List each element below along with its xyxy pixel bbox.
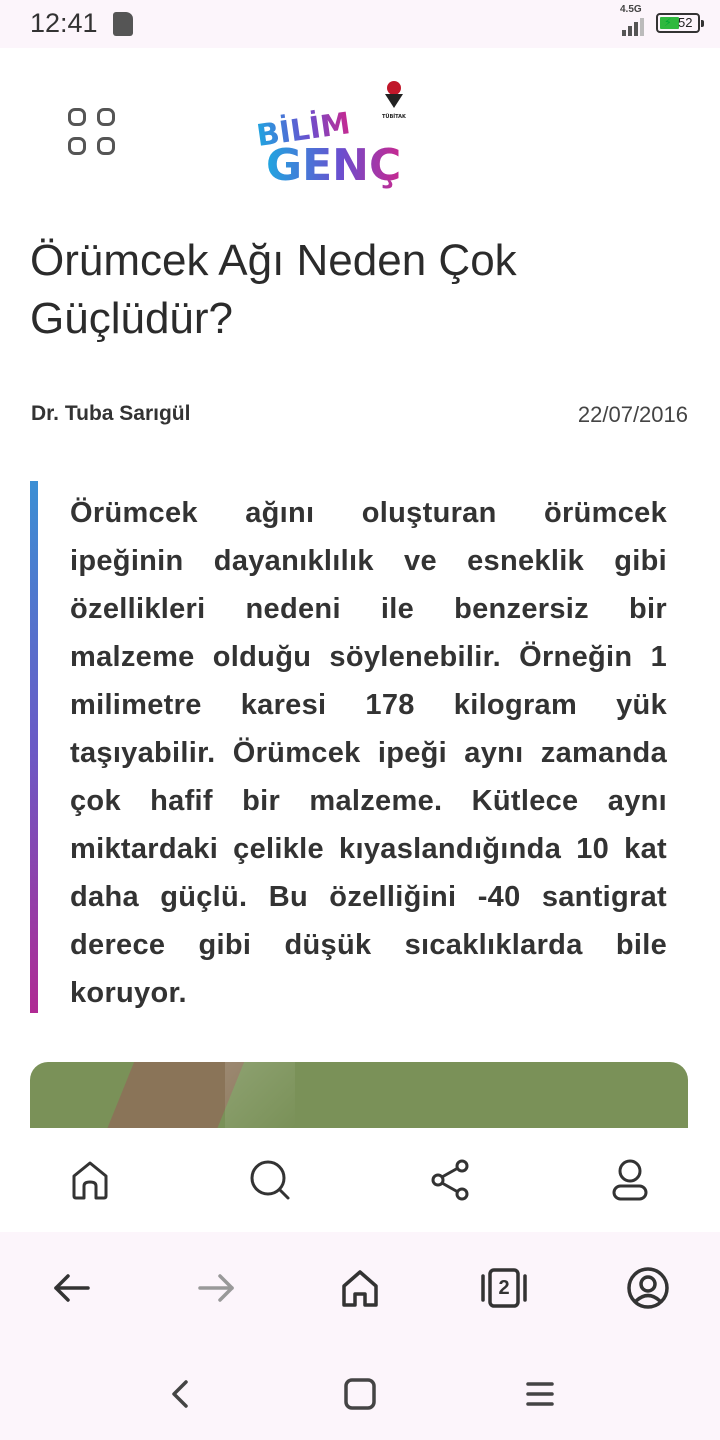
tab-count: 2 [498, 1277, 510, 1299]
article-date: 22/07/2016 [577, 402, 688, 427]
logo-text-genc: GENÇ [266, 140, 401, 191]
tubitak-badge: TÜBİTAK [382, 113, 407, 120]
article-summary: Örümcek ağını oluşturan örümcek ipeğinin… [70, 497, 667, 1009]
browser-toolbar: 2 [0, 1232, 720, 1344]
menu-icon[interactable] [520, 1374, 560, 1414]
battery-icon: ⚡ 52 [656, 13, 704, 33]
status-time: 12:41 [30, 8, 98, 38]
article-image[interactable] [30, 1062, 688, 1128]
recent-apps-icon[interactable] [340, 1374, 380, 1414]
share-icon[interactable] [426, 1156, 474, 1204]
account-icon[interactable] [624, 1264, 672, 1312]
article-author[interactable]: Dr. Tuba Sarıgül [31, 402, 190, 426]
network-type: 4.5G [620, 4, 642, 15]
sd-card-icon [113, 12, 133, 36]
signal-icon [622, 16, 652, 36]
forward-arrow-icon[interactable] [192, 1264, 240, 1312]
bilim-genc-logo[interactable]: BİLİM GENÇ TÜBİTAK [254, 76, 414, 192]
status-bar: 12:41 4.5G ⚡ 52 [0, 0, 720, 48]
search-icon[interactable] [246, 1156, 294, 1204]
back-arrow-icon[interactable] [48, 1264, 96, 1312]
article-title: Örümcek Ağı Neden Çok Güçlüdür? [30, 236, 517, 343]
quote-accent-bar [30, 481, 38, 1013]
tabs-icon[interactable]: 2 [480, 1264, 528, 1312]
back-chevron-icon[interactable] [160, 1374, 200, 1414]
user-icon[interactable] [606, 1156, 654, 1204]
system-nav-bar [0, 1344, 720, 1440]
article-summary-quote: Örümcek ağını oluşturan örümcek ipeğinin… [30, 481, 670, 1013]
grid-menu-icon[interactable] [68, 108, 120, 160]
home-icon[interactable] [66, 1156, 114, 1204]
battery-level: 52 [678, 15, 693, 30]
app-bottom-nav [0, 1128, 720, 1233]
browser-home-icon[interactable] [336, 1264, 384, 1312]
